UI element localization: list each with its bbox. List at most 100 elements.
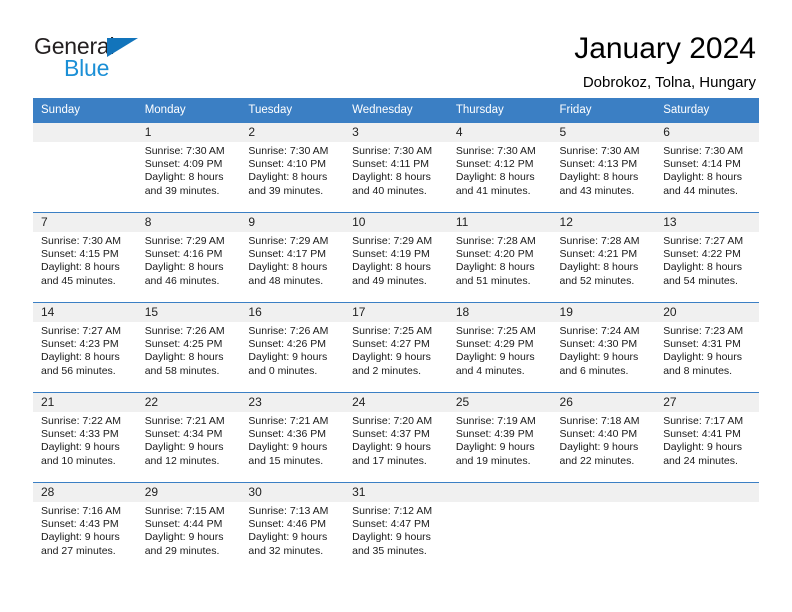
sunset-text: Sunset: 4:40 PM bbox=[559, 428, 638, 441]
calendar-day-cell[interactable]: 21 Sunrise: 7:22 AM Sunset: 4:33 PM Dayligh… bbox=[33, 392, 137, 483]
sunset-text: Sunset: 4:20 PM bbox=[455, 248, 534, 261]
sunset-text: Sunset: 4:13 PM bbox=[559, 158, 638, 171]
sunset-text: Sunset: 4:15 PM bbox=[41, 248, 119, 261]
calendar-grid: Sunday Monday Tuesday Wednesday Thursday… bbox=[33, 98, 759, 573]
calendar-day-cell[interactable]: 12 Sunrise: 7:28 AM Sunset: 4:21 PM Dayligh… bbox=[551, 212, 656, 303]
sunrise-text: Sunrise: 7:12 AM bbox=[352, 505, 433, 517]
daylight-text-line1: Daylight: 8 hours bbox=[144, 261, 224, 274]
daylight-text-line2: and 22 minutes. bbox=[559, 454, 635, 467]
daylight-text-line1: Daylight: 8 hours bbox=[663, 171, 743, 184]
day-details: Sunrise: 7:19 AM Sunset: 4:39 PM Daylight:… bbox=[448, 412, 552, 468]
sunrise-text: Sunrise: 7:29 AM bbox=[144, 235, 225, 247]
calendar-day-cell[interactable]: 1 Sunrise: 7:30 AM Sunset: 4:09 PM Daylight… bbox=[136, 122, 241, 213]
daylight-text-line2: and 19 minutes. bbox=[455, 454, 531, 467]
sunset-text: Sunset: 4:14 PM bbox=[663, 158, 741, 171]
day-number: 1 bbox=[136, 123, 241, 142]
calendar-day-cell[interactable]: 27 Sunrise: 7:17 AM Sunset: 4:41 PM Dayligh… bbox=[655, 392, 759, 483]
calendar-day-cell[interactable]: 29 Sunrise: 7:15 AM Sunset: 4:44 PM Dayligh… bbox=[136, 482, 241, 573]
calendar-day-cell[interactable]: 15 Sunrise: 7:26 AM Sunset: 4:25 PM Dayligh… bbox=[136, 302, 241, 393]
sunset-text: Sunset: 4:12 PM bbox=[455, 158, 534, 171]
calendar-day-cell[interactable]: 14 Sunrise: 7:27 AM Sunset: 4:23 PM Dayligh… bbox=[33, 302, 137, 393]
calendar-day-cell[interactable]: 23 Sunrise: 7:21 AM Sunset: 4:36 PM Dayligh… bbox=[240, 392, 345, 483]
day-details: Sunrise: 7:12 AM Sunset: 4:47 PM Daylight:… bbox=[344, 502, 448, 558]
sunset-text: Sunset: 4:19 PM bbox=[352, 248, 430, 261]
daylight-text-line1: Daylight: 8 hours bbox=[352, 171, 431, 184]
day-number: 4 bbox=[447, 123, 552, 142]
daylight-text-line1: Daylight: 8 hours bbox=[455, 261, 535, 274]
weekday-header-tuesday: Tuesday bbox=[240, 98, 345, 123]
calendar-day-cell[interactable]: 6 Sunrise: 7:30 AM Sunset: 4:14 PM Daylight… bbox=[655, 122, 759, 213]
calendar-day-cell[interactable]: 3 Sunrise: 7:30 AM Sunset: 4:11 PM Daylight… bbox=[344, 122, 448, 213]
calendar-day-cell[interactable]: 7 Sunrise: 7:30 AM Sunset: 4:15 PM Daylight… bbox=[33, 212, 137, 303]
sunset-text: Sunset: 4:27 PM bbox=[352, 338, 430, 351]
daylight-text-line1: Daylight: 8 hours bbox=[248, 261, 328, 274]
day-number: 25 bbox=[447, 393, 552, 412]
day-number: 30 bbox=[240, 483, 345, 502]
calendar-day-cell[interactable]: 5 Sunrise: 7:30 AM Sunset: 4:13 PM Daylight… bbox=[551, 122, 656, 213]
calendar-day-cell[interactable]: 22 Sunrise: 7:21 AM Sunset: 4:34 PM Dayligh… bbox=[136, 392, 241, 483]
sunrise-text: Sunrise: 7:26 AM bbox=[248, 325, 329, 337]
calendar-day-cell[interactable]: 17 Sunrise: 7:25 AM Sunset: 4:27 PM Dayligh… bbox=[344, 302, 448, 393]
sunrise-text: Sunrise: 7:30 AM bbox=[352, 145, 433, 157]
daylight-text-line1: Daylight: 9 hours bbox=[352, 531, 431, 544]
sunrise-text: Sunrise: 7:22 AM bbox=[41, 415, 121, 427]
calendar-day-cell[interactable]: 28 Sunrise: 7:16 AM Sunset: 4:43 PM Dayligh… bbox=[33, 482, 137, 573]
calendar-day-cell[interactable]: 8 Sunrise: 7:29 AM Sunset: 4:16 PM Daylight… bbox=[136, 212, 241, 303]
daylight-text-line1: Daylight: 9 hours bbox=[559, 441, 639, 454]
daylight-text-line2: and 0 minutes. bbox=[248, 364, 318, 377]
sunset-text: Sunset: 4:16 PM bbox=[144, 248, 223, 261]
calendar-header-row: Sunday Monday Tuesday Wednesday Thursday… bbox=[33, 98, 759, 123]
sunset-text: Sunset: 4:33 PM bbox=[41, 428, 119, 441]
calendar-day-cell[interactable]: 24 Sunrise: 7:20 AM Sunset: 4:37 PM Dayligh… bbox=[344, 392, 448, 483]
daylight-text-line1: Daylight: 9 hours bbox=[248, 351, 328, 364]
calendar-table: Sunday Monday Tuesday Wednesday Thursday… bbox=[33, 98, 759, 573]
calendar-day-cell[interactable]: 18 Sunrise: 7:25 AM Sunset: 4:29 PM Dayligh… bbox=[447, 302, 552, 393]
calendar-day-cell[interactable]: 30 Sunrise: 7:13 AM Sunset: 4:46 PM Dayligh… bbox=[240, 482, 345, 573]
calendar-day-cell[interactable]: 2 Sunrise: 7:30 AM Sunset: 4:10 PM Daylight… bbox=[240, 122, 345, 213]
day-number bbox=[551, 483, 656, 502]
calendar-day-cell-empty bbox=[33, 122, 137, 213]
sunset-text: Sunset: 4:26 PM bbox=[248, 338, 327, 351]
daylight-text-line2: and 39 minutes. bbox=[144, 184, 220, 197]
daylight-text-line2: and 24 minutes. bbox=[663, 454, 738, 467]
calendar-day-cell[interactable]: 10 Sunrise: 7:29 AM Sunset: 4:19 PM Dayligh… bbox=[344, 212, 448, 303]
calendar-day-cell[interactable]: 9 Sunrise: 7:29 AM Sunset: 4:17 PM Daylight… bbox=[240, 212, 345, 303]
day-number: 9 bbox=[240, 213, 345, 232]
calendar-day-cell[interactable]: 13 Sunrise: 7:27 AM Sunset: 4:22 PM Dayligh… bbox=[655, 212, 759, 303]
calendar-day-cell[interactable]: 4 Sunrise: 7:30 AM Sunset: 4:12 PM Daylight… bbox=[447, 122, 552, 213]
day-details: Sunrise: 7:26 AM Sunset: 4:25 PM Daylight:… bbox=[137, 322, 241, 378]
day-number: 22 bbox=[136, 393, 241, 412]
calendar-day-cell[interactable]: 11 Sunrise: 7:28 AM Sunset: 4:20 PM Dayligh… bbox=[447, 212, 552, 303]
calendar-day-cell[interactable]: 25 Sunrise: 7:19 AM Sunset: 4:39 PM Dayligh… bbox=[447, 392, 552, 483]
daylight-text-line2: and 4 minutes. bbox=[455, 364, 525, 377]
day-number: 18 bbox=[447, 303, 552, 322]
daylight-text-line1: Daylight: 8 hours bbox=[248, 171, 328, 184]
daylight-text-line2: and 51 minutes. bbox=[455, 274, 531, 287]
daylight-text-line1: Daylight: 9 hours bbox=[352, 441, 431, 454]
day-number: 27 bbox=[655, 393, 759, 412]
calendar-day-cell[interactable]: 20 Sunrise: 7:23 AM Sunset: 4:31 PM Dayligh… bbox=[655, 302, 759, 393]
daylight-text-line2: and 46 minutes. bbox=[144, 274, 220, 287]
day-number: 11 bbox=[447, 213, 552, 232]
day-details: Sunrise: 7:25 AM Sunset: 4:27 PM Daylight:… bbox=[344, 322, 448, 378]
daylight-text-line1: Daylight: 9 hours bbox=[559, 351, 639, 364]
daylight-text-line2: and 10 minutes. bbox=[41, 454, 116, 467]
day-details: Sunrise: 7:29 AM Sunset: 4:19 PM Daylight:… bbox=[344, 232, 448, 288]
day-details: Sunrise: 7:21 AM Sunset: 4:34 PM Daylight:… bbox=[137, 412, 241, 468]
daylight-text-line2: and 52 minutes. bbox=[559, 274, 635, 287]
calendar-day-cell[interactable]: 26 Sunrise: 7:18 AM Sunset: 4:40 PM Dayligh… bbox=[551, 392, 656, 483]
calendar-day-cell[interactable]: 19 Sunrise: 7:24 AM Sunset: 4:30 PM Dayligh… bbox=[551, 302, 656, 393]
daylight-text-line1: Daylight: 8 hours bbox=[559, 171, 639, 184]
daylight-text-line2: and 48 minutes. bbox=[248, 274, 324, 287]
daylight-text-line1: Daylight: 8 hours bbox=[41, 351, 120, 364]
sunset-text: Sunset: 4:22 PM bbox=[663, 248, 741, 261]
general-blue-logo[interactable]: General Blue bbox=[34, 28, 144, 82]
daylight-text-line2: and 45 minutes. bbox=[41, 274, 116, 287]
sunrise-text: Sunrise: 7:19 AM bbox=[455, 415, 536, 427]
day-details: Sunrise: 7:21 AM Sunset: 4:36 PM Daylight:… bbox=[240, 412, 344, 468]
logo-text-general: General bbox=[34, 33, 115, 59]
day-details: Sunrise: 7:17 AM Sunset: 4:41 PM Daylight:… bbox=[655, 412, 759, 468]
daylight-text-line2: and 56 minutes. bbox=[41, 364, 116, 377]
calendar-day-cell[interactable]: 16 Sunrise: 7:26 AM Sunset: 4:26 PM Dayligh… bbox=[240, 302, 345, 393]
calendar-day-cell[interactable]: 31 Sunrise: 7:12 AM Sunset: 4:47 PM Dayligh… bbox=[344, 482, 448, 573]
